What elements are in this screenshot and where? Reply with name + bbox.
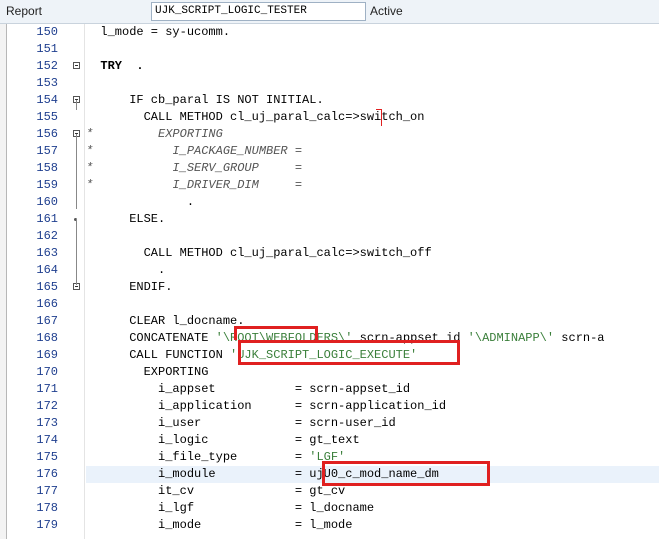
line-number: 164	[36, 263, 58, 277]
code-text: CALL METHOD cl_uj_paral_calc=>switch_off	[86, 246, 432, 260]
bracket-match-marker	[376, 109, 382, 126]
line-number: 169	[36, 348, 58, 362]
code-text: i_file_type = 'LGF'	[86, 450, 346, 464]
code-text: i_appset = scrn-appset_id	[86, 382, 411, 396]
line-number: 151	[36, 42, 58, 56]
line-number: 150	[36, 25, 58, 39]
code-line[interactable]: 151	[0, 41, 659, 58]
code-text: i_mode = l_mode	[86, 518, 353, 532]
header-bar: Report UJK_SCRIPT_LOGIC_TESTER Active	[0, 0, 659, 24]
code-text: * I_SERV_GROUP =	[86, 161, 303, 175]
line-number: 160	[36, 195, 58, 209]
code-text: i_module = ujU0_c_mod_name_dm	[86, 467, 439, 481]
code-text: CALL METHOD cl_uj_paral_calc=>switch_on	[86, 110, 425, 124]
line-number: 166	[36, 297, 58, 311]
line-number: 161	[36, 212, 58, 226]
line-number: 159	[36, 178, 58, 192]
line-number: 154	[36, 93, 58, 107]
line-number: 176	[36, 467, 58, 481]
code-editor[interactable]: 150 l_mode = sy-ucomm. 151 152 TRY . 153 154…	[0, 24, 659, 539]
line-number: 157	[36, 144, 58, 158]
line-number: 168	[36, 331, 58, 345]
code-text: CLEAR l_docname.	[86, 314, 245, 328]
line-number: 158	[36, 161, 58, 175]
line-number: 165	[36, 280, 58, 294]
line-number: 178	[36, 501, 58, 515]
line-number: 177	[36, 484, 58, 498]
code-text: ENDIF.	[86, 280, 173, 294]
code-text: l_mode = sy-ucomm.	[86, 25, 231, 39]
code-line[interactable]: 157 * I_PACKAGE_NUMBER =	[0, 143, 659, 160]
line-number: 175	[36, 450, 58, 464]
line-number: 152	[36, 59, 58, 73]
code-text: i_lgf = l_docname	[86, 501, 375, 515]
code-line[interactable]: 165 ENDIF.	[0, 279, 659, 296]
fold-guide	[76, 100, 77, 110]
code-line[interactable]: 161 ELSE.	[0, 211, 659, 228]
code-text: TRY .	[86, 59, 144, 73]
code-text: CALL FUNCTION 'UJK_SCRIPT_LOGIC_EXECUTE'	[86, 348, 418, 362]
fold-toggle-icon[interactable]	[73, 62, 80, 69]
code-text: i_application = scrn-application_id	[86, 399, 447, 413]
code-line[interactable]: 156 * EXPORTING	[0, 126, 659, 143]
code-line[interactable]: 171 i_appset = scrn-appset_id	[0, 381, 659, 398]
code-line[interactable]: 168 CONCATENATE '\ROOT\WEBFOLDERS\' scrn…	[0, 330, 659, 347]
report-label: Report	[6, 4, 43, 18]
line-number: 174	[36, 433, 58, 447]
line-number: 155	[36, 110, 58, 124]
line-number: 170	[36, 365, 58, 379]
code-line[interactable]: 170 EXPORTING	[0, 364, 659, 381]
report-name-field[interactable]: UJK_SCRIPT_LOGIC_TESTER	[151, 2, 366, 21]
code-line[interactable]: 162	[0, 228, 659, 245]
code-text: EXPORTING	[86, 365, 209, 379]
line-number: 173	[36, 416, 58, 430]
code-line[interactable]: 159 * I_DRIVER_DIM =	[0, 177, 659, 194]
code-line[interactable]: 158 * I_SERV_GROUP =	[0, 160, 659, 177]
code-text: * I_DRIVER_DIM =	[86, 178, 303, 192]
code-line[interactable]: 160 .	[0, 194, 659, 211]
code-line[interactable]: 154 IF cb_paral IS NOT INITIAL.	[0, 92, 659, 109]
code-line[interactable]: 176 i_module = ujU0_c_mod_name_dm	[0, 466, 659, 483]
code-line[interactable]: 172 i_application = scrn-application_id	[0, 398, 659, 415]
fold-guide	[76, 134, 77, 209]
code-text: ELSE.	[86, 212, 166, 226]
code-line[interactable]: 152 TRY .	[0, 58, 659, 75]
line-number: 167	[36, 314, 58, 328]
code-text: i_logic = gt_text	[86, 433, 360, 447]
code-line[interactable]: 169 CALL FUNCTION 'UJK_SCRIPT_LOGIC_EXEC…	[0, 347, 659, 364]
line-number: 179	[36, 518, 58, 532]
code-line[interactable]: 150 l_mode = sy-ucomm.	[0, 24, 659, 41]
code-line[interactable]: 163 CALL METHOD cl_uj_paral_calc=>switch…	[0, 245, 659, 262]
code-line[interactable]: 155 CALL METHOD cl_uj_paral_calc=>switch…	[0, 109, 659, 126]
code-text: IF cb_paral IS NOT INITIAL.	[86, 93, 324, 107]
code-text: .	[86, 263, 166, 277]
code-text: * I_PACKAGE_NUMBER =	[86, 144, 303, 158]
code-text: .	[86, 195, 195, 209]
code-line[interactable]: 167 CLEAR l_docname.	[0, 313, 659, 330]
code-line[interactable]: 177 it_cv = gt_cv	[0, 483, 659, 500]
code-line[interactable]: 179 i_mode = l_mode	[0, 517, 659, 534]
fold-guide	[76, 219, 77, 285]
code-line[interactable]: 174 i_logic = gt_text	[0, 432, 659, 449]
line-number: 156	[36, 127, 58, 141]
line-number: 163	[36, 246, 58, 260]
code-line[interactable]: 173 i_user = scrn-user_id	[0, 415, 659, 432]
line-number: 171	[36, 382, 58, 396]
line-number: 172	[36, 399, 58, 413]
code-line[interactable]: 153	[0, 75, 659, 92]
line-number: 162	[36, 229, 58, 243]
code-text: * EXPORTING	[86, 127, 223, 141]
code-text: CONCATENATE '\ROOT\WEBFOLDERS\' scrn-app…	[86, 331, 605, 345]
line-number: 153	[36, 76, 58, 90]
status-text: Active	[370, 4, 403, 18]
code-text: i_user = scrn-user_id	[86, 416, 396, 430]
code-line[interactable]: 175 i_file_type = 'LGF'	[0, 449, 659, 466]
code-line[interactable]: 166	[0, 296, 659, 313]
code-line[interactable]: 178 i_lgf = l_docname	[0, 500, 659, 517]
code-line[interactable]: 164 .	[0, 262, 659, 279]
code-text: it_cv = gt_cv	[86, 484, 346, 498]
